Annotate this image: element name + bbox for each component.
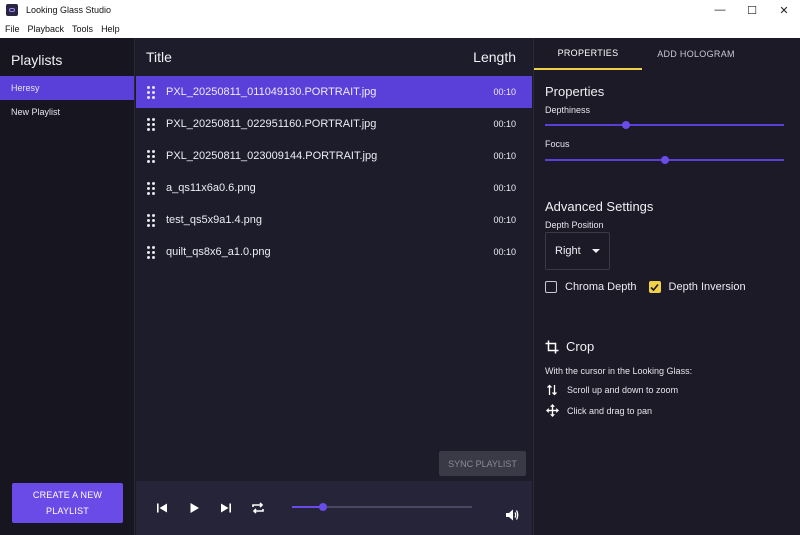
depth-options: Chroma Depth Depth Inversion — [545, 281, 800, 293]
play-button[interactable] — [178, 492, 210, 524]
menu-bar: File Playback Tools Help — [0, 20, 800, 38]
depth-inversion-label: Depth Inversion — [668, 281, 746, 293]
menu-help[interactable]: Help — [101, 24, 120, 34]
depthiness-slider[interactable] — [545, 121, 784, 129]
seek-handle[interactable] — [318, 503, 327, 511]
chroma-depth-checkbox[interactable] — [545, 281, 557, 293]
playlists-sidebar: Playlists Heresy New Playlist CREATE A N… — [0, 38, 135, 535]
focus-label: Focus — [545, 139, 570, 149]
playlist-item-new-playlist[interactable]: New Playlist — [0, 100, 134, 124]
length-column-header: Length — [473, 49, 516, 65]
hologram-list-panel: Title Length PXL_20250811_011049130.PORT… — [136, 38, 532, 481]
row-title: PXL_20250811_023009144.PORTRAIT.jpg — [166, 150, 378, 162]
row-title: test_qs5x9a1.4.png — [166, 214, 263, 226]
skip-next-icon — [221, 503, 231, 513]
play-icon — [190, 503, 199, 513]
repeat-button[interactable] — [242, 492, 274, 524]
menu-playback[interactable]: Playback — [28, 24, 65, 34]
row-title: a_qs11x6a0.6.png — [166, 182, 256, 194]
sidebar-title: Playlists — [11, 52, 63, 68]
depthiness-label: Depthiness — [545, 105, 591, 115]
drag-handle-icon[interactable] — [136, 213, 166, 227]
next-button[interactable] — [210, 492, 242, 524]
drag-handle-icon[interactable] — [136, 181, 166, 195]
drag-handle-icon[interactable] — [136, 117, 166, 131]
pan-hint-text: Click and drag to pan — [567, 405, 653, 416]
playlist-row[interactable]: quilt_qs8x6_a1.0.png 00:10 — [136, 236, 532, 268]
playlist-row[interactable]: a_qs11x6a0.6.png 00:10 — [136, 172, 532, 204]
tab-add-hologram[interactable]: ADD HOLOGRAM — [642, 38, 750, 70]
row-length: 00:10 — [493, 151, 516, 161]
row-length: 00:10 — [493, 119, 516, 129]
row-title: quilt_qs8x6_a1.0.png — [166, 246, 271, 258]
playlist-row[interactable]: PXL_20250811_011049130.PORTRAIT.jpg 00:10 — [136, 76, 532, 108]
crop-heading: Crop — [545, 339, 800, 354]
row-length: 00:10 — [493, 247, 516, 257]
depth-position-label: Depth Position — [545, 220, 604, 230]
window-title: Looking Glass Studio — [26, 5, 112, 15]
maximize-button[interactable]: ☐ — [736, 0, 768, 20]
chevron-down-icon — [591, 249, 600, 253]
focus-handle[interactable] — [660, 156, 669, 164]
seek-slider[interactable] — [292, 503, 472, 511]
row-title: PXL_20250811_011049130.PORTRAIT.jpg — [166, 86, 377, 98]
chroma-depth-label: Chroma Depth — [565, 281, 637, 293]
playlist-row[interactable]: test_qs5x9a1.4.png 00:10 — [136, 204, 532, 236]
advanced-settings-title: Advanced Settings — [545, 199, 654, 214]
pan-hint: Click and drag to pan — [545, 404, 800, 417]
row-length: 00:10 — [493, 87, 516, 97]
tab-properties[interactable]: PROPERTIES — [534, 38, 642, 70]
app-logo-icon — [6, 4, 18, 16]
move-icon — [545, 404, 559, 417]
row-title: PXL_20250811_022951160.PORTRAIT.jpg — [166, 118, 377, 130]
title-column-header: Title — [146, 49, 172, 65]
properties-panel: PROPERTIES ADD HOLOGRAM Properties Depth… — [533, 38, 800, 535]
create-playlist-label-line1: CREATE A NEW — [32, 490, 103, 500]
zoom-hint-text: Scroll up and down to zoom — [567, 385, 679, 395]
drag-handle-icon[interactable] — [136, 245, 166, 259]
depth-position-value: Right — [555, 245, 581, 257]
sync-playlist-button[interactable]: SYNC PLAYLIST — [439, 451, 526, 476]
create-playlist-label-line2: PLAYLIST — [46, 506, 89, 516]
depth-position-select[interactable]: Right — [545, 232, 610, 270]
list-header: Title Length — [136, 38, 532, 76]
skip-previous-icon — [157, 503, 167, 513]
properties-title: Properties — [545, 84, 605, 99]
menu-file[interactable]: File — [5, 24, 20, 34]
depth-inversion-checkbox[interactable] — [648, 281, 661, 293]
volume-icon — [506, 509, 519, 521]
vertical-arrows-icon — [547, 384, 557, 396]
crop-intro: With the cursor in the Looking Glass: — [545, 366, 693, 376]
playlist-row[interactable]: PXL_20250811_022951160.PORTRAIT.jpg 00:10 — [136, 108, 532, 140]
title-bar: Looking Glass Studio — ☐ ✕ — [0, 0, 800, 20]
crop-icon — [545, 340, 559, 353]
crop-title: Crop — [566, 339, 595, 354]
zoom-hint: Scroll up and down to zoom — [545, 384, 800, 396]
minimize-button[interactable]: — — [704, 0, 736, 20]
playlist-row[interactable]: PXL_20250811_023009144.PORTRAIT.jpg 00:10 — [136, 140, 532, 172]
panel-tabs: PROPERTIES ADD HOLOGRAM — [534, 38, 800, 70]
previous-button[interactable] — [146, 492, 178, 524]
drag-handle-icon[interactable] — [136, 149, 166, 163]
player-bar — [136, 481, 532, 535]
drag-handle-icon[interactable] — [136, 85, 166, 99]
close-button[interactable]: ✕ — [768, 0, 800, 20]
playlist-item-heresy[interactable]: Heresy — [0, 76, 134, 100]
focus-slider[interactable] — [545, 156, 784, 164]
repeat-icon — [252, 502, 264, 514]
row-length: 00:10 — [493, 183, 516, 193]
menu-tools[interactable]: Tools — [72, 24, 93, 34]
row-length: 00:10 — [493, 215, 516, 225]
create-playlist-button[interactable]: CREATE A NEW PLAYLIST — [12, 483, 123, 523]
window-controls: — ☐ ✕ — [704, 0, 800, 20]
volume-button[interactable] — [496, 499, 528, 531]
